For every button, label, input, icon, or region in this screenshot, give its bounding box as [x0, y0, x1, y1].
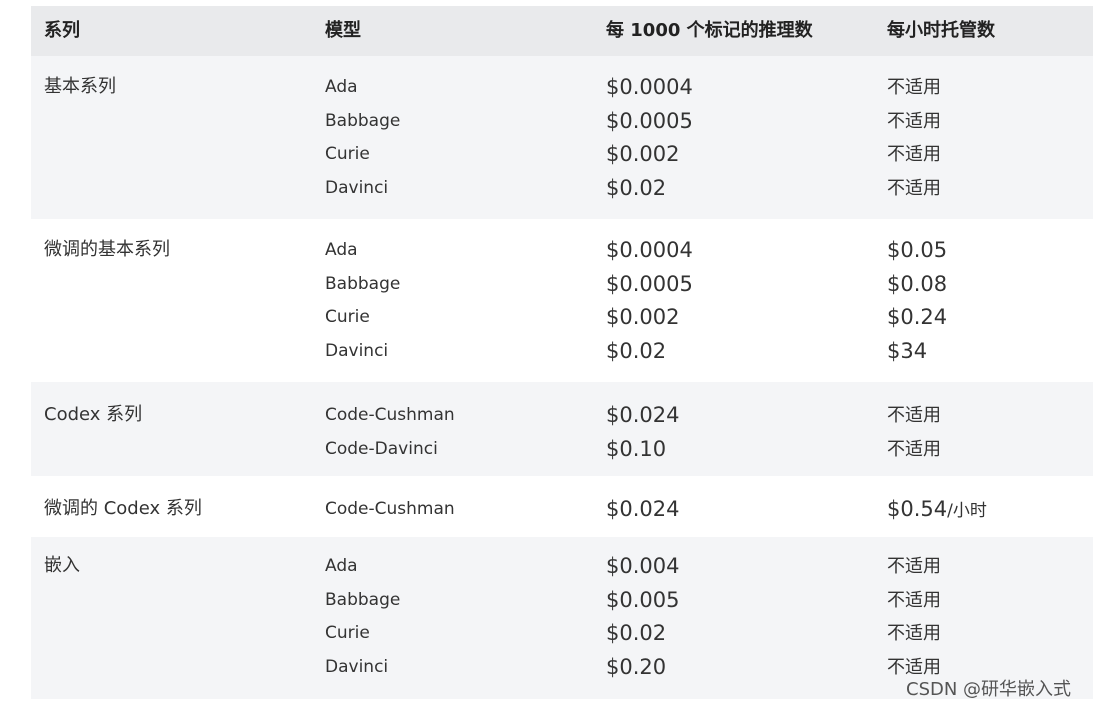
- hosting-price-cell: $34: [887, 335, 927, 369]
- hosting-price-cell: $0.05: [887, 234, 947, 268]
- hosting-value: 不适用: [887, 110, 941, 132]
- series-cell: 微调的 Codex 系列: [44, 498, 202, 519]
- hosting-price-cell: 不适用: [887, 105, 941, 139]
- hosting-value: 不适用: [887, 144, 941, 166]
- hosting-price-cell: 不适用: [887, 584, 941, 618]
- inference-price-cell: $0.024: [606, 497, 680, 521]
- table-row-group: 基本系列 Ada $0.0004 不适用 Babbage $0.0005 不适用 Curie $…: [31, 56, 1093, 219]
- hosting-value: $0.24: [887, 305, 948, 330]
- model-cell: Ada: [325, 240, 358, 260]
- pricing-table: 系列 模型 每 1000 个标记的推理数 每小时托管数 基本系列 Ada $0.00…: [31, 6, 1093, 699]
- hosting-price-cell: 不适用: [887, 617, 941, 651]
- inference-price-cell: $0.0005: [606, 271, 693, 296]
- inference-price-cell: $0.0004: [606, 238, 693, 262]
- inference-price-cell: $0.02: [606, 621, 667, 646]
- watermark: CSDN @研华嵌入式: [906, 679, 1072, 700]
- model-cell: Code-Cushman: [325, 499, 455, 519]
- model-cell: Code-Cushman: [325, 405, 455, 425]
- header-model: 模型: [325, 20, 361, 41]
- hosting-price-cell: $0.08: [887, 268, 947, 302]
- series-cell: 嵌入: [44, 555, 80, 576]
- hosting-value: 不适用: [887, 178, 941, 200]
- inference-price-cell: $0.004: [606, 554, 680, 578]
- table-header-row: 系列 模型 每 1000 个标记的推理数 每小时托管数: [31, 6, 1093, 56]
- inference-price-cell: $0.002: [606, 142, 680, 167]
- model-cell: Curie: [325, 144, 370, 165]
- hosting-value: $0.54: [887, 497, 948, 521]
- table-row-group: 微调的 Codex 系列 Code-Cushman $0.024 $0.54/小时: [31, 476, 1093, 537]
- hosting-value: 不适用: [887, 556, 941, 577]
- hosting-unit: /小时: [947, 501, 987, 521]
- inference-price-cell: $0.02: [606, 339, 667, 364]
- inference-price-cell: $0.002: [606, 305, 680, 330]
- model-cell: Ada: [325, 556, 358, 576]
- table-row-group: Codex 系列 Code-Cushman $0.024 不适用 Code-Davinc…: [31, 382, 1093, 476]
- hosting-price-cell: 不适用: [887, 172, 941, 206]
- inference-price-cell: $0.024: [606, 403, 680, 427]
- header-inference-price: 每 1000 个标记的推理数: [606, 20, 813, 41]
- model-cell: Davinci: [325, 341, 389, 362]
- series-cell: 基本系列: [44, 76, 116, 97]
- model-cell: Babbage: [325, 110, 401, 131]
- hosting-value: 不适用: [887, 589, 941, 611]
- header-series: 系列: [44, 20, 80, 41]
- hosting-value: 不适用: [887, 438, 941, 460]
- hosting-value: 不适用: [887, 77, 941, 98]
- hosting-value: $0.05: [887, 238, 948, 262]
- hosting-price-cell: 不适用: [887, 399, 941, 433]
- hosting-price-cell: 不适用: [887, 71, 941, 105]
- hosting-price-cell: 不适用: [887, 550, 941, 584]
- model-cell: Code-Davinci: [325, 438, 438, 459]
- inference-price-cell: $0.0004: [606, 75, 693, 99]
- hosting-price-cell: $0.54/小时: [887, 493, 987, 527]
- hosting-value: $0.08: [887, 271, 948, 296]
- series-cell: 微调的基本系列: [44, 239, 170, 260]
- hosting-price-cell: 不适用: [887, 433, 941, 467]
- table-row-group: 微调的基本系列 Ada $0.0004 $0.05 Babbage $0.0005 $0.0…: [31, 219, 1093, 382]
- hosting-value: $34: [887, 339, 928, 364]
- table-body: 基本系列 Ada $0.0004 不适用 Babbage $0.0005 不适用 Curie $…: [31, 56, 1093, 699]
- hosting-value: 不适用: [887, 623, 941, 645]
- series-cell: Codex 系列: [44, 404, 143, 425]
- header-hosting-price: 每小时托管数: [887, 20, 995, 41]
- hosting-price-cell: $0.24: [887, 301, 947, 335]
- hosting-value: 不适用: [887, 405, 941, 426]
- model-cell: Curie: [325, 307, 370, 328]
- hosting-price-cell: 不适用: [887, 138, 941, 172]
- inference-price-cell: $0.10: [606, 436, 667, 461]
- model-cell: Davinci: [325, 657, 389, 678]
- model-cell: Babbage: [325, 589, 401, 610]
- inference-price-cell: $0.02: [606, 176, 667, 201]
- inference-price-cell: $0.005: [606, 587, 680, 612]
- model-cell: Babbage: [325, 273, 401, 294]
- model-cell: Davinci: [325, 178, 389, 199]
- model-cell: Curie: [325, 623, 370, 644]
- inference-price-cell: $0.20: [606, 655, 667, 680]
- model-cell: Ada: [325, 77, 358, 97]
- inference-price-cell: $0.0005: [606, 108, 693, 133]
